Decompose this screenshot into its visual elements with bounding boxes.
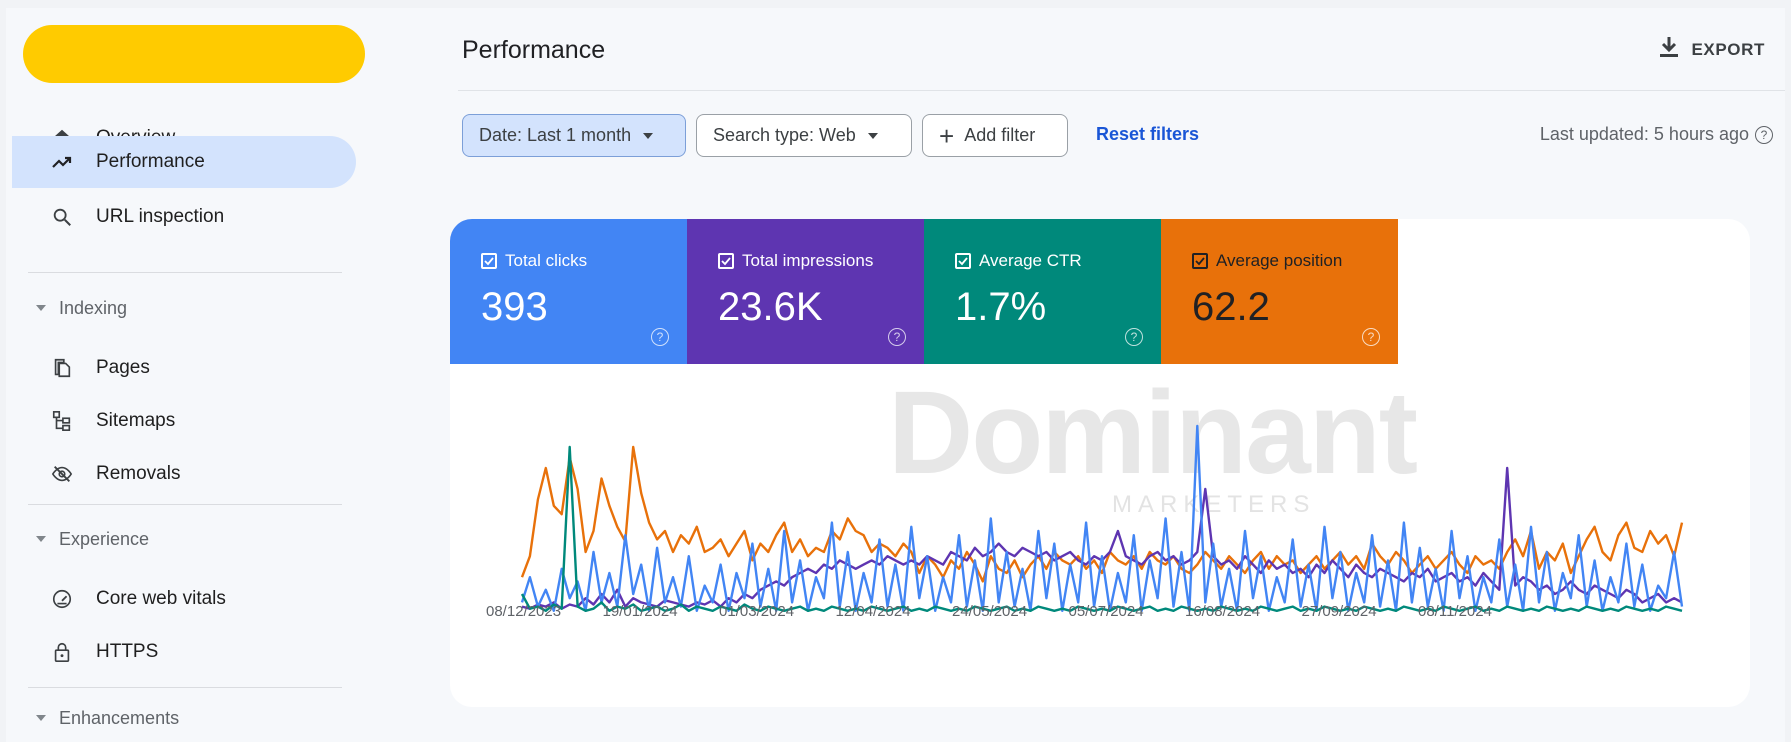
sitemap-icon	[50, 409, 74, 433]
export-label: EXPORT	[1691, 39, 1765, 59]
sidebar-divider	[28, 504, 342, 505]
x-tick-label: 16/08/2024	[1185, 603, 1260, 620]
section-experience[interactable]: Experience	[12, 519, 342, 559]
sidebar-item-label: Removals	[96, 462, 181, 484]
sidebar-item-label: Core web vitals	[96, 587, 226, 609]
lock-icon	[50, 640, 74, 664]
property-selector[interactable]	[23, 25, 365, 83]
reset-filters-link[interactable]: Reset filters	[1096, 124, 1199, 145]
sidebar-item-core-web-vitals[interactable]: Core web vitals	[12, 572, 356, 625]
app-frame: Overview Performance URL inspection Inde…	[6, 8, 1785, 742]
performance-card: Total clicks 393 ? Total impressions 23.…	[450, 219, 1750, 707]
sidebar-divider	[28, 272, 342, 273]
sidebar-item-removals[interactable]: Removals	[12, 447, 356, 500]
sidebar-item-pages[interactable]: Pages	[12, 341, 356, 394]
chevron-down-icon	[36, 305, 46, 311]
sidebar-item-label: URL inspection	[96, 205, 225, 227]
sidebar-item-label: Pages	[96, 356, 150, 378]
sidebar-divider	[28, 687, 342, 688]
section-enhancements[interactable]: Enhancements	[12, 698, 342, 738]
x-tick-label: 01/03/2024	[719, 603, 794, 620]
performance-chart: 08/12/2023 19/01/2024 01/03/2024 12/04/2024…	[486, 424, 1684, 620]
help-icon[interactable]: ?	[1755, 125, 1773, 144]
section-title: Experience	[59, 528, 150, 549]
search-icon	[50, 205, 74, 229]
last-updated-text: Last updated: 5 hours ago	[1539, 124, 1749, 144]
main-content: Performance EXPORT Date: Last 1 month Se…	[450, 8, 1785, 742]
last-updated: Last updated: 5 hours ago ?	[1540, 124, 1773, 145]
sidebar-item-sitemaps[interactable]: Sitemaps	[12, 394, 356, 447]
sidebar-item-label: HTTPS	[96, 640, 159, 662]
search-type-chip[interactable]: Search type: Web	[696, 114, 912, 157]
x-tick-label: 19/01/2024	[603, 603, 678, 620]
sidebar-item-https[interactable]: HTTPS	[12, 625, 356, 678]
trending-up-icon	[50, 150, 74, 174]
series-line-total-impressions	[521, 466, 1683, 610]
date-filter-chip[interactable]: Date: Last 1 month	[462, 114, 686, 157]
plus-icon: +	[939, 120, 955, 151]
add-filter-button[interactable]: + Add filter	[922, 114, 1068, 157]
x-tick-label: 08/12/2023	[486, 603, 561, 620]
header-divider	[458, 90, 1785, 91]
sidebar: Overview Performance URL inspection Inde…	[6, 8, 376, 742]
x-tick-label: 27/09/2024	[1302, 603, 1377, 620]
gauge-icon	[50, 587, 74, 611]
sidebar-item-performance[interactable]: Performance	[12, 136, 356, 188]
eye-off-icon	[50, 462, 74, 486]
dropdown-arrow-icon	[867, 132, 878, 139]
x-tick-label: 05/07/2024	[1069, 603, 1144, 620]
chevron-down-icon	[36, 715, 46, 721]
x-tick-label: 08/11/2024	[1418, 603, 1492, 620]
chevron-down-icon	[36, 536, 46, 542]
x-tick-label: 24/05/2024	[952, 603, 1027, 620]
section-indexing[interactable]: Indexing	[12, 288, 342, 328]
sidebar-item-url-inspection[interactable]: URL inspection	[12, 190, 356, 243]
page-title: Performance	[462, 36, 606, 64]
date-filter-label: Date: Last 1 month	[479, 125, 632, 145]
sidebar-item-label: Performance	[96, 151, 205, 172]
sidebar-item-label: Sitemaps	[96, 409, 176, 431]
section-title: Indexing	[59, 297, 128, 318]
download-icon	[1659, 36, 1679, 63]
series-line-total-clicks	[520, 424, 1684, 612]
add-filter-label: Add filter	[964, 125, 1036, 145]
pages-icon	[50, 356, 74, 380]
export-button[interactable]: EXPORT	[1659, 36, 1765, 63]
dropdown-arrow-icon	[643, 132, 654, 139]
section-title: Enhancements	[59, 707, 180, 728]
search-type-label: Search type: Web	[713, 125, 856, 145]
x-tick-label: 12/04/2024	[836, 603, 911, 620]
